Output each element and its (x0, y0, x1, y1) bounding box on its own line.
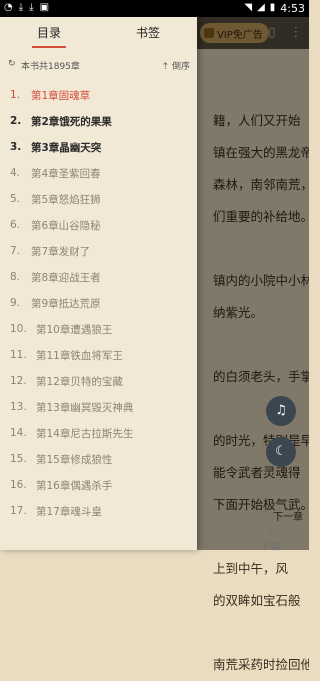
chapter-count: 本书共1895章 (21, 62, 80, 72)
chapter-title: 第5章怒焰狂狮 (31, 194, 101, 206)
chapter-item[interactable]: 16. 第16章偶遇杀手 (0, 473, 197, 499)
download-icon: ⤓ (29, 2, 34, 13)
chapter-item[interactable]: 5. 第5章怒焰狂狮 (0, 187, 197, 213)
chapter-info: ↻ 本书共1895章 ⇡ 倒序 (8, 59, 190, 73)
chapter-number: 2. (10, 115, 22, 127)
chapter-number: 9. (10, 297, 21, 309)
chapter-number: 8. (10, 271, 21, 283)
wifi-icon: ◥ (244, 2, 253, 13)
signal-icon: ◢ (257, 2, 265, 13)
drawer-tabs: 目录 书签 (0, 17, 197, 49)
download-icon: ⤓ (18, 2, 24, 13)
chapter-item[interactable]: 8. 第8章迎战王者 (0, 265, 197, 291)
reader-text-line: 南荒采药时捡回他 (213, 657, 309, 672)
chapter-item[interactable]: 2. 第2章饿死的果果 (0, 109, 197, 135)
chapter-number: 13. (10, 401, 27, 413)
reader-text-line (213, 617, 309, 649)
chapter-item[interactable]: 1. 第1章固魂草 (0, 83, 197, 109)
chapter-number: 7. (10, 245, 21, 257)
status-bar: ◔ ⤓ ⤓ ▣ ◥ ◢ ▮ 4:53 (0, 0, 309, 17)
chapter-title: 第2章饿死的果果 (31, 116, 112, 128)
chapter-item[interactable]: 17. 第17章魂斗皇 (0, 499, 197, 525)
chapter-title: 第13章幽冥毁灭神典 (36, 402, 134, 414)
chapter-list: 1. 第1章固魂草 2. 第2章饿死的果果 3. 第3章晶幽天突 4. 第4章圣紫回春 5. 第5… (0, 83, 197, 525)
chapter-number: 3. (10, 141, 22, 153)
image-icon: ▣ (39, 2, 50, 13)
chapter-title: 第14章尼古拉斯先生 (36, 428, 134, 440)
chapter-title: 第16章偶遇杀手 (36, 480, 113, 492)
chapter-item[interactable]: 10. 第10章遭遇狼王 (0, 317, 197, 343)
chapter-title: 第12章贝特的宝藏 (36, 376, 123, 388)
chapter-item[interactable]: 6. 第6章山谷隐秘 (0, 213, 197, 239)
night-mode-icon[interactable]: ☾ (266, 437, 296, 467)
tab-contents[interactable]: 目录 (0, 17, 98, 49)
reader-text-line: 的双眸如宝石般 (213, 593, 301, 608)
reader-text-line: 上到中午，风 (213, 561, 289, 576)
app-icon: ◔ (4, 2, 13, 13)
chapter-title: 第17章魂斗皇 (36, 506, 102, 518)
chapter-number: 12. (10, 375, 27, 387)
chapter-item[interactable]: 15. 第15章修成狼性 (0, 447, 197, 473)
chapter-title: 第15章修成狼性 (36, 454, 113, 466)
chapter-number: 16. (10, 479, 27, 491)
chapter-title: 第8章迎战王者 (31, 272, 101, 284)
chapter-item[interactable]: 11. 第11章铁血将军王 (0, 343, 197, 369)
chapter-item[interactable]: 4. 第4章圣紫回春 (0, 161, 197, 187)
chapter-number: 10. (10, 323, 27, 335)
chapter-item[interactable]: 9. 第9章抵达荒原 (0, 291, 197, 317)
sort-toggle[interactable]: ⇡ 倒序 (162, 59, 190, 72)
chapter-number: 5. (10, 193, 21, 205)
chapter-item[interactable]: 12. 第12章贝特的宝藏 (0, 369, 197, 395)
tab-indicator (32, 46, 66, 48)
chapter-title: 第10章遭遇狼王 (36, 324, 113, 336)
chapter-title: 第4章圣紫回春 (31, 168, 101, 180)
chapter-title: 第7章发财了 (31, 246, 91, 258)
chapter-number: 6. (10, 219, 21, 231)
chapter-number: 4. (10, 167, 21, 179)
chapter-number: 11. (10, 349, 27, 361)
chapter-number: 15. (10, 453, 27, 465)
refresh-icon[interactable]: ↻ (8, 59, 16, 69)
chapter-item[interactable]: 14. 第14章尼古拉斯先生 (0, 421, 197, 447)
chapter-item[interactable]: 13. 第13章幽冥毁灭神典 (0, 395, 197, 421)
chapter-number: 14. (10, 427, 27, 439)
chapter-title: 第6章山谷隐秘 (31, 220, 101, 232)
chapter-number: 1. (10, 89, 21, 101)
listen-icon[interactable]: ♫ (266, 396, 296, 426)
sort-label: 倒序 (171, 62, 190, 72)
chapter-title: 第11章铁血将军王 (36, 350, 123, 362)
chapter-number: 17. (10, 505, 27, 517)
chapter-title: 第3章晶幽天突 (31, 142, 102, 154)
tab-bookmarks[interactable]: 书签 (99, 17, 197, 49)
chapter-drawer: 目录 书签 ↻ 本书共1895章 ⇡ 倒序 1. 第1章固魂草 2. 第2章饿死的果果… (0, 17, 197, 550)
chapter-title: 第1章固魂草 (31, 90, 91, 102)
chapter-item[interactable]: 3. 第3章晶幽天突 (0, 135, 197, 161)
battery-icon: ▮ (269, 2, 276, 13)
chapter-title: 第9章抵达荒原 (31, 298, 101, 310)
status-time: 4:53 (280, 1, 305, 15)
chapter-item[interactable]: 7. 第7章发财了 (0, 239, 197, 265)
